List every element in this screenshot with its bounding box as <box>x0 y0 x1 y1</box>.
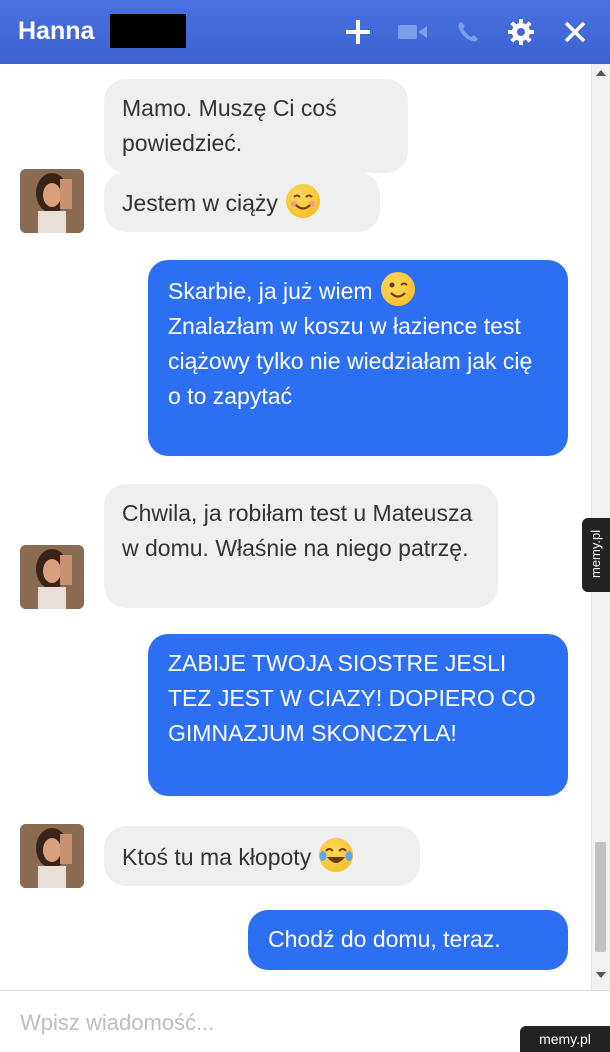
message-text: Chwila, ja robiłam test u Mateusza w dom… <box>122 500 473 561</box>
message-text: Ktoś tu ma kłopoty <box>122 844 312 870</box>
scroll-down-arrow-icon[interactable] <box>596 972 606 978</box>
composer <box>0 991 610 1052</box>
chat-header: Hanna <box>0 0 610 64</box>
watermark-corner: memy.pl <box>520 1026 610 1052</box>
contact-name[interactable]: Hanna <box>18 17 94 46</box>
plus-icon[interactable] <box>340 14 376 50</box>
gear-icon[interactable] <box>503 14 539 50</box>
outgoing-message: Chodź do domu, teraz. <box>248 910 568 970</box>
close-icon[interactable] <box>557 14 593 50</box>
avatar[interactable] <box>20 545 84 609</box>
avatar[interactable] <box>20 824 84 888</box>
message-input[interactable] <box>18 1005 502 1041</box>
message-text: Jestem w ciąży <box>122 190 278 216</box>
video-camera-icon[interactable] <box>395 14 431 50</box>
redacted-surname <box>110 14 186 48</box>
tears-of-joy-emoji <box>319 838 354 872</box>
message-text: Skarbie, ja już wiem <box>168 278 373 304</box>
outgoing-message: ZABIJE TWOJA SIOSTRE JESLI TEZ JEST W CI… <box>148 634 568 796</box>
incoming-message: Jestem w ciąży <box>104 172 380 232</box>
outgoing-message: Skarbie, ja już wiem Znalazłam w koszu w… <box>148 260 568 456</box>
scroll-up-arrow-icon[interactable] <box>596 70 606 76</box>
watermark-side: memy.pl <box>582 518 610 592</box>
message-text: Mamo. Muszę Ci coś powiedzieć. <box>122 95 337 156</box>
avatar[interactable] <box>20 169 84 233</box>
message-list[interactable]: Mamo. Muszę Ci coś powiedzieć. Jestem w … <box>0 64 610 990</box>
winking-face-emoji <box>380 272 415 306</box>
smiling-face-emoji <box>285 184 320 218</box>
scrollbar-thumb[interactable] <box>595 842 606 952</box>
message-text: ZABIJE TWOJA SIOSTRE JESLI TEZ JEST W CI… <box>168 650 536 746</box>
incoming-message: Chwila, ja robiłam test u Mateusza w dom… <box>104 484 498 608</box>
incoming-message: Ktoś tu ma kłopoty <box>104 826 420 886</box>
phone-icon[interactable] <box>450 14 486 50</box>
message-text: Chodź do domu, teraz. <box>268 926 501 952</box>
message-text-continued: Znalazłam w koszu w łazience test ciążow… <box>168 313 533 409</box>
incoming-message: Mamo. Muszę Ci coś powiedzieć. <box>104 79 408 173</box>
